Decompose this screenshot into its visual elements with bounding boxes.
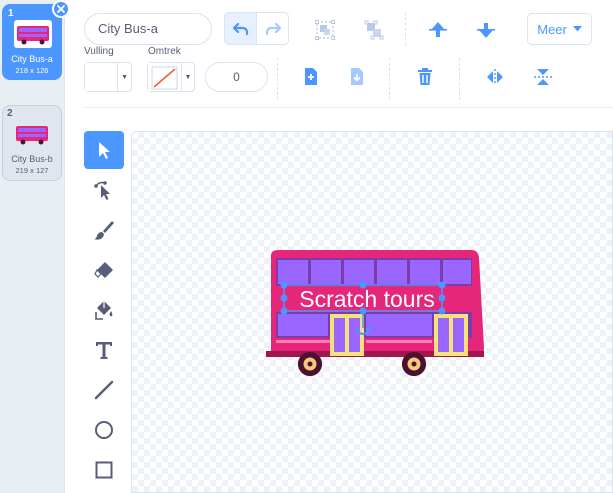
text-object[interactable]: Scratch tours: [287, 286, 447, 313]
select-tool[interactable]: [84, 131, 124, 169]
drawing-canvas[interactable]: Scratch tours: [131, 131, 613, 493]
trash-icon: [418, 68, 432, 85]
line-icon: [94, 380, 114, 400]
flip-horizontal-icon: [487, 69, 503, 85]
forward-button[interactable]: [424, 16, 452, 44]
reshape-icon: [94, 181, 110, 200]
fill-color-picker[interactable]: ▼: [84, 62, 132, 92]
close-icon: [57, 5, 65, 13]
text-icon: [96, 342, 112, 359]
arrow-down-icon: [477, 23, 495, 38]
eraser-icon: [94, 262, 113, 278]
outline-label: Omtrek: [148, 46, 181, 57]
chevron-down-icon: ▼: [117, 63, 131, 91]
more-label: Meer: [537, 21, 567, 37]
bus-drawing[interactable]: [266, 248, 486, 380]
costume-name: City Bus-b: [11, 154, 53, 164]
costume-item-city-bus-a[interactable]: 1 City Bus-a 218 x 126: [2, 0, 70, 80]
redo-icon: [265, 22, 281, 35]
ungroup-icon: [364, 20, 384, 40]
costume-size: 219 x 127: [15, 166, 49, 175]
paint-bucket-icon: [95, 301, 113, 320]
costume-number: 2: [7, 108, 13, 119]
undo-button[interactable]: [225, 13, 257, 44]
redo-button[interactable]: [256, 13, 288, 44]
toolbar-divider: [405, 12, 406, 46]
fill-swatch: [85, 63, 118, 91]
chevron-down-icon: ▼: [181, 63, 194, 91]
fill-tool[interactable]: [84, 291, 124, 329]
ungroup-button[interactable]: [360, 16, 388, 44]
line-tool[interactable]: [84, 371, 124, 409]
delete-costume-button[interactable]: [52, 0, 70, 18]
outline-swatch: [148, 63, 181, 91]
brush-icon: [94, 221, 114, 240]
flip-vertical-icon: [534, 69, 552, 85]
paste-button[interactable]: [343, 63, 371, 91]
undo-icon: [232, 22, 248, 35]
fill-label: Vulling: [84, 46, 114, 57]
costume-name: City Bus-a: [11, 54, 53, 64]
costume-number: 1: [8, 8, 14, 19]
paste-icon: [351, 68, 363, 85]
flip-vertical-button[interactable]: [529, 63, 557, 91]
circle-tool[interactable]: [84, 411, 124, 449]
group-button[interactable]: [311, 16, 339, 44]
more-menu-button[interactable]: Meer: [527, 13, 592, 45]
delete-button[interactable]: [411, 63, 439, 91]
arrow-cursor-icon: [99, 142, 110, 159]
text-tool[interactable]: [84, 331, 124, 369]
reshape-tool[interactable]: [84, 171, 124, 209]
rectangle-tool[interactable]: [84, 451, 124, 489]
outline-color-picker[interactable]: ▼: [147, 62, 195, 92]
toolbar-divider: [389, 58, 390, 100]
rectangle-icon: [95, 461, 113, 479]
brush-tool[interactable]: [84, 211, 124, 249]
no-color-icon: [151, 66, 178, 90]
arrow-up-icon: [429, 22, 447, 37]
eraser-tool[interactable]: [84, 251, 124, 289]
costume-name-input[interactable]: City Bus-a: [84, 13, 212, 45]
copy-icon: [305, 68, 317, 85]
toolbar-divider: [459, 58, 460, 100]
costume-thumbnail: [13, 120, 51, 148]
circle-icon: [95, 421, 113, 439]
paint-editor: 1 City Bus-a 218 x 126 2 City Bus-b 219 …: [0, 0, 613, 493]
costume-list: 1 City Bus-a 218 x 126 2 City Bus-b 219 …: [0, 0, 70, 493]
costume-item-city-bus-b[interactable]: 2 City Bus-b 219 x 127: [2, 105, 62, 181]
copy-button[interactable]: [297, 63, 325, 91]
backward-button[interactable]: [472, 16, 500, 44]
costume-thumbnail: [14, 20, 52, 48]
toolbar-divider: [277, 58, 278, 100]
outline-width-input[interactable]: 0: [205, 62, 268, 92]
group-icon: [315, 20, 335, 40]
chevron-down-icon: [572, 26, 582, 32]
toolbar-divider: [84, 107, 613, 108]
undo-redo-group: [224, 12, 289, 45]
flip-horizontal-button[interactable]: [481, 63, 509, 91]
costume-size: 218 x 126: [15, 66, 49, 75]
